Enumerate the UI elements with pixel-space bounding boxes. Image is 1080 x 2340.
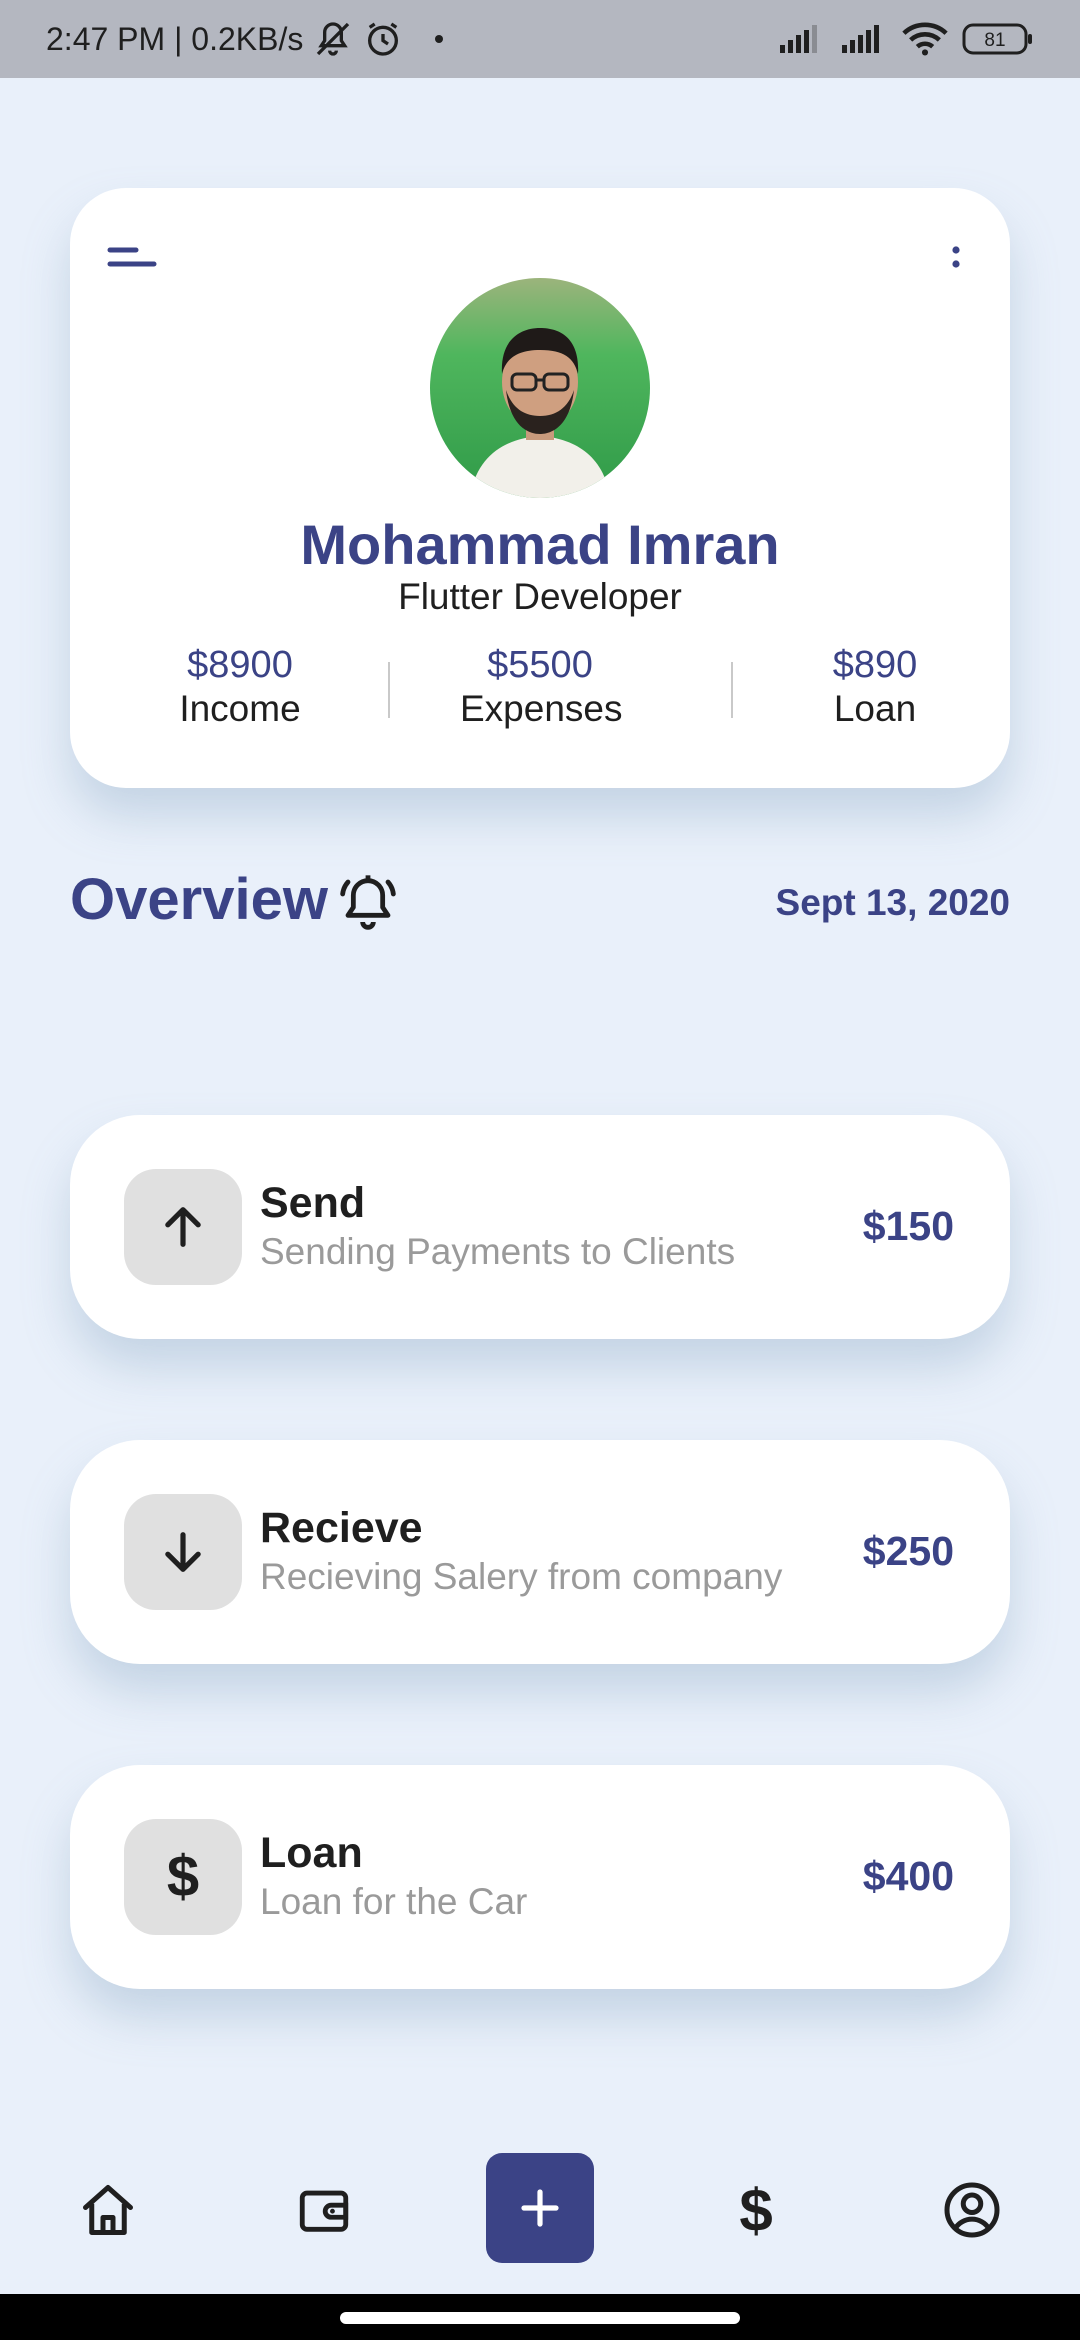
wallet-icon[interactable] — [274, 2140, 374, 2280]
more-options-icon[interactable] — [946, 238, 966, 278]
transaction-title: Loan — [260, 1829, 363, 1877]
dollar-icon: $ — [124, 1819, 242, 1935]
nav-dollar-glyph: $ — [739, 2176, 773, 2244]
stat-value: $8900 — [187, 644, 293, 686]
stat-label: Income — [179, 688, 301, 729]
stat-divider — [388, 662, 390, 718]
avatar — [430, 278, 650, 498]
transaction-amount: $250 — [862, 1528, 954, 1574]
transaction-amount: $400 — [862, 1853, 954, 1899]
gesture-bar — [0, 2294, 1080, 2340]
transaction-subtitle: Loan for the Car — [260, 1881, 528, 1922]
mute-icon — [313, 19, 353, 59]
transaction-amount: $150 — [862, 1203, 954, 1249]
transaction-subtitle: Sending Payments to Clients — [260, 1231, 736, 1272]
alarm-icon — [363, 19, 403, 59]
bell-icon[interactable] — [336, 870, 400, 934]
add-icon — [521, 2189, 559, 2227]
transaction-subtitle: Recieving Salery from company — [260, 1556, 783, 1597]
transaction-title: Send — [260, 1179, 366, 1227]
home-icon[interactable] — [58, 2140, 158, 2280]
account-icon[interactable] — [922, 2140, 1022, 2280]
stat-label: Loan — [833, 688, 917, 729]
stat-value: $5500 — [487, 644, 593, 686]
dollar-icon[interactable]: $ — [706, 2140, 806, 2280]
status-right: 81 — [778, 21, 1034, 57]
transaction-send[interactable]: Send Sending Payments to Clients $150 — [70, 1115, 1010, 1339]
status-bar: 2:47 PM | 0.2KB/s 81 — [0, 0, 1080, 78]
menu-icon[interactable] — [106, 236, 162, 276]
home-indicator[interactable] — [340, 2312, 740, 2324]
profile-role: Flutter Developer — [398, 576, 682, 617]
transaction-receive[interactable]: Recieve Recieving Salery from company $2… — [70, 1440, 1010, 1664]
dollar-glyph: $ — [166, 1844, 200, 1909]
profile-card: Mohammad Imran Flutter Developer $8900 I… — [70, 188, 1010, 788]
stat-label: Expenses — [460, 688, 623, 729]
overview-date: Sept 13, 2020 — [775, 882, 1010, 923]
stat-divider — [731, 662, 733, 718]
add-button[interactable] — [486, 2153, 594, 2263]
transaction-loan[interactable]: $ Loan Loan for the Car $400 — [70, 1765, 1010, 1989]
stat-loan: $890 Loan — [820, 644, 930, 732]
transaction-title: Recieve — [260, 1504, 423, 1552]
stat-income: $8900 Income — [170, 644, 310, 732]
signal-icon — [778, 23, 826, 55]
arrow-up-icon — [124, 1169, 242, 1285]
status-left: 2:47 PM | 0.2KB/s — [46, 19, 444, 59]
notification-dot — [435, 35, 444, 43]
profile-stats: $8900 Income $5500 Expenses $890 Loan — [70, 644, 1010, 729]
overview-title: Overview — [70, 867, 328, 932]
stat-value: $890 — [832, 644, 918, 686]
battery-icon: 81 — [962, 22, 1034, 56]
stat-expenses: $5500 Expenses — [460, 644, 623, 732]
wifi-icon — [902, 21, 948, 57]
signal-icon — [840, 23, 888, 55]
status-time-speed: 2:47 PM | 0.2KB/s — [46, 20, 304, 57]
profile-name: Mohammad Imran — [300, 513, 780, 576]
bottom-nav: $ — [0, 2140, 1080, 2280]
battery-level: 81 — [984, 30, 1005, 51]
arrow-down-icon — [124, 1494, 242, 1610]
